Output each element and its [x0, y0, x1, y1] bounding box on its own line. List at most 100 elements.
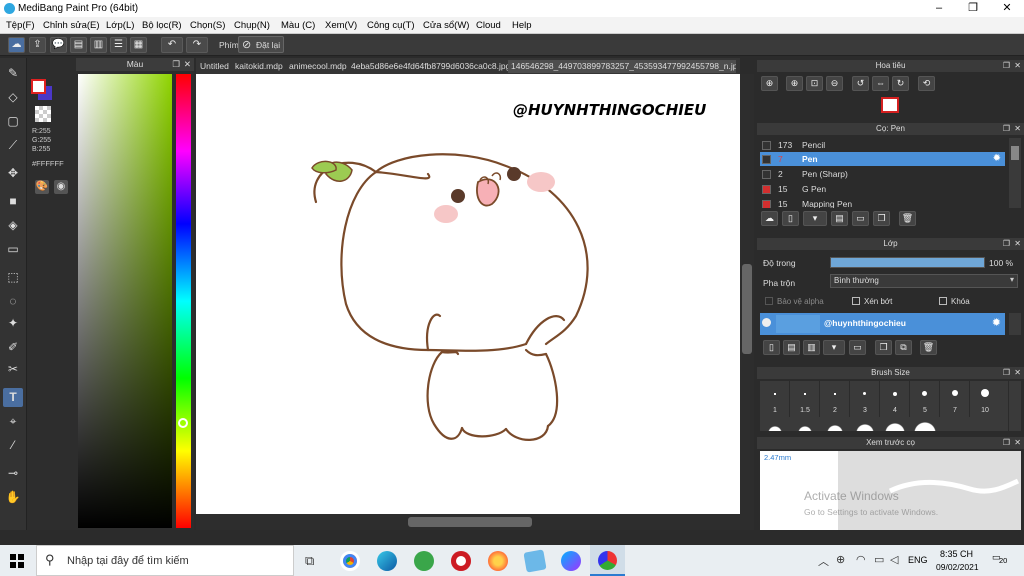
list-icon[interactable]: ☰: [110, 37, 127, 53]
brush-new-icon[interactable]: ▯: [782, 211, 799, 226]
canvas-vertical-scrollbar[interactable]: [740, 74, 754, 514]
clock-date[interactable]: 09/02/2021: [936, 562, 979, 572]
layer-add-icon[interactable]: ▾: [823, 340, 845, 355]
brush-detach-icon[interactable]: ❐: [1003, 123, 1010, 135]
upload-icon[interactable]: ⇪: [29, 37, 46, 53]
rotate-right-icon[interactable]: ↻: [892, 76, 909, 91]
app-green-icon[interactable]: [414, 551, 434, 571]
brush-add-icon[interactable]: ▾: [803, 211, 827, 226]
language-indicator[interactable]: ENG: [908, 555, 928, 565]
document-icon[interactable]: ▥: [90, 37, 107, 53]
tab-kaitokid[interactable]: kaitokid.mdp: [235, 60, 283, 73]
blend-mode-select[interactable]: Bình thường ▾: [830, 274, 1018, 288]
menu-select[interactable]: Chọn(S): [190, 20, 225, 31]
brush-item-pen-sharp[interactable]: 2 Pen (Sharp): [760, 167, 1005, 181]
notification-icon[interactable]: ▭ 20: [992, 552, 1012, 568]
drawing-canvas[interactable]: @HUYNHTHINGOCHIEU: [196, 74, 740, 514]
brush-size-cell[interactable]: 3: [850, 381, 880, 417]
cloud-icon[interactable]: ☁: [8, 37, 25, 53]
brush-delete-icon[interactable]: 🗑: [899, 211, 916, 226]
medibang-taskbar-button[interactable]: [590, 545, 625, 576]
firefox-icon[interactable]: [488, 551, 508, 571]
reset-view-icon[interactable]: ⟲: [918, 76, 935, 91]
task-view-icon[interactable]: ⧉: [305, 553, 314, 569]
tray-network-icon[interactable]: ⊕: [836, 553, 845, 566]
hscroll-thumb[interactable]: [408, 517, 532, 527]
move-tool-icon[interactable]: ✥: [3, 164, 23, 183]
brush-item-pencil[interactable]: 173 Pencil: [760, 138, 1005, 152]
panel-detach-icon[interactable]: ❐: [172, 58, 180, 71]
layer-new-8bit-icon[interactable]: ▥: [803, 340, 820, 355]
layer-folder-icon[interactable]: ▭: [849, 340, 866, 355]
brush-size-cell[interactable]: 1: [760, 381, 790, 417]
menu-snap[interactable]: Chụp(N): [234, 20, 270, 31]
menu-help[interactable]: Help: [512, 20, 532, 31]
tray-battery-icon[interactable]: ▭: [874, 553, 884, 566]
navigator-preview[interactable]: [881, 97, 899, 113]
edge-icon[interactable]: [377, 551, 397, 571]
brush-folder-icon[interactable]: ▭: [852, 211, 869, 226]
select-pen-tool-icon[interactable]: ✐: [3, 338, 23, 357]
opera-icon[interactable]: [451, 551, 471, 571]
select-rect-tool-icon[interactable]: ⬚: [3, 268, 23, 287]
menu-filter[interactable]: Bộ lọc(R): [142, 20, 182, 31]
brush-list-scrollbar[interactable]: [1009, 138, 1021, 208]
palette-icon[interactable]: 🎨: [35, 180, 49, 194]
rotate-left-icon[interactable]: ↺: [852, 76, 869, 91]
magic-wand-tool-icon[interactable]: ✦: [3, 314, 23, 333]
brush-close-icon[interactable]: ✕: [1014, 123, 1021, 135]
brush-doc-icon[interactable]: ▤: [831, 211, 848, 226]
clipping-checkbox[interactable]: [852, 297, 860, 305]
undo-icon[interactable]: ↶: [161, 37, 183, 53]
brush-settings-icon[interactable]: ✹: [993, 152, 1001, 166]
grid-icon[interactable]: ▦: [130, 37, 147, 53]
layer-new-icon[interactable]: ▯: [763, 340, 780, 355]
brush-size-detach-icon[interactable]: ❐: [1003, 367, 1010, 379]
tab-146546298[interactable]: 146546298_449703899783257_45359347799245…: [508, 60, 736, 73]
redo-icon[interactable]: ↷: [186, 37, 208, 53]
menu-layer[interactable]: Lớp(L): [106, 20, 134, 31]
lock-checkbox[interactable]: [939, 297, 947, 305]
brush-item-mapping-pen[interactable]: 15 Mapping Pen: [760, 197, 1005, 208]
text-tool-icon[interactable]: T: [3, 388, 23, 407]
panel-close-icon[interactable]: ✕: [184, 58, 191, 71]
messenger-icon[interactable]: [561, 551, 581, 571]
vscroll-thumb[interactable]: [742, 264, 752, 354]
brush-size-close-icon[interactable]: ✕: [1014, 367, 1021, 379]
eraser-tool-icon[interactable]: ◇: [3, 88, 23, 107]
brush-cloud-icon[interactable]: ☁: [761, 211, 778, 226]
line-tool-icon[interactable]: ⟋: [3, 136, 23, 155]
tab-untitled[interactable]: Untitled: [200, 60, 229, 73]
comment-icon[interactable]: 💬: [50, 37, 67, 53]
menu-tools[interactable]: Công cụ(T): [367, 20, 415, 31]
opacity-slider[interactable]: [830, 257, 985, 268]
taskbar-search-box[interactable]: ⚲ Nhập tại đây để tìm kiếm: [36, 545, 294, 576]
tray-up-icon[interactable]: ︿: [818, 553, 829, 569]
navigator-detach-icon[interactable]: ❐: [1003, 60, 1010, 72]
transparent-swatch[interactable]: [35, 106, 51, 122]
foreground-color-swatch[interactable]: [31, 79, 46, 94]
brush-size-cell[interactable]: 5: [910, 381, 940, 417]
brush-item-pen[interactable]: 7 Pen ✹: [760, 152, 1005, 166]
layer-delete-icon[interactable]: 🗑: [920, 340, 937, 355]
eyedropper-tool-icon[interactable]: ⊸: [3, 464, 23, 483]
brush-size-scrollbar[interactable]: [1009, 381, 1021, 431]
brush-size-cell[interactable]: 4: [880, 381, 910, 417]
chrome-icon[interactable]: [340, 551, 360, 571]
brush-size-cell[interactable]: 7: [940, 381, 970, 417]
layer-detach-icon[interactable]: ❐: [1003, 238, 1010, 250]
layer-copy-icon[interactable]: ❐: [875, 340, 892, 355]
layer-merge-icon[interactable]: ⧉: [895, 340, 912, 355]
layer-new-halftone-icon[interactable]: ▤: [783, 340, 800, 355]
hand-tool-icon[interactable]: ✋: [3, 488, 23, 507]
zoom-in-icon[interactable]: ⊕: [761, 76, 778, 91]
menu-cloud[interactable]: Cloud: [476, 20, 501, 31]
close-button[interactable]: ✕: [990, 0, 1024, 17]
palette-add-icon[interactable]: ◉: [54, 180, 68, 194]
zoom-plus-icon[interactable]: ⊕: [786, 76, 803, 91]
hue-slider[interactable]: [176, 74, 191, 528]
brush-size-cell[interactable]: 10: [970, 381, 1000, 417]
preview-detach-icon[interactable]: ❐: [1003, 437, 1010, 449]
brush-size-cell[interactable]: 1.5: [790, 381, 820, 417]
zoom-out-icon[interactable]: ⊖: [826, 76, 843, 91]
